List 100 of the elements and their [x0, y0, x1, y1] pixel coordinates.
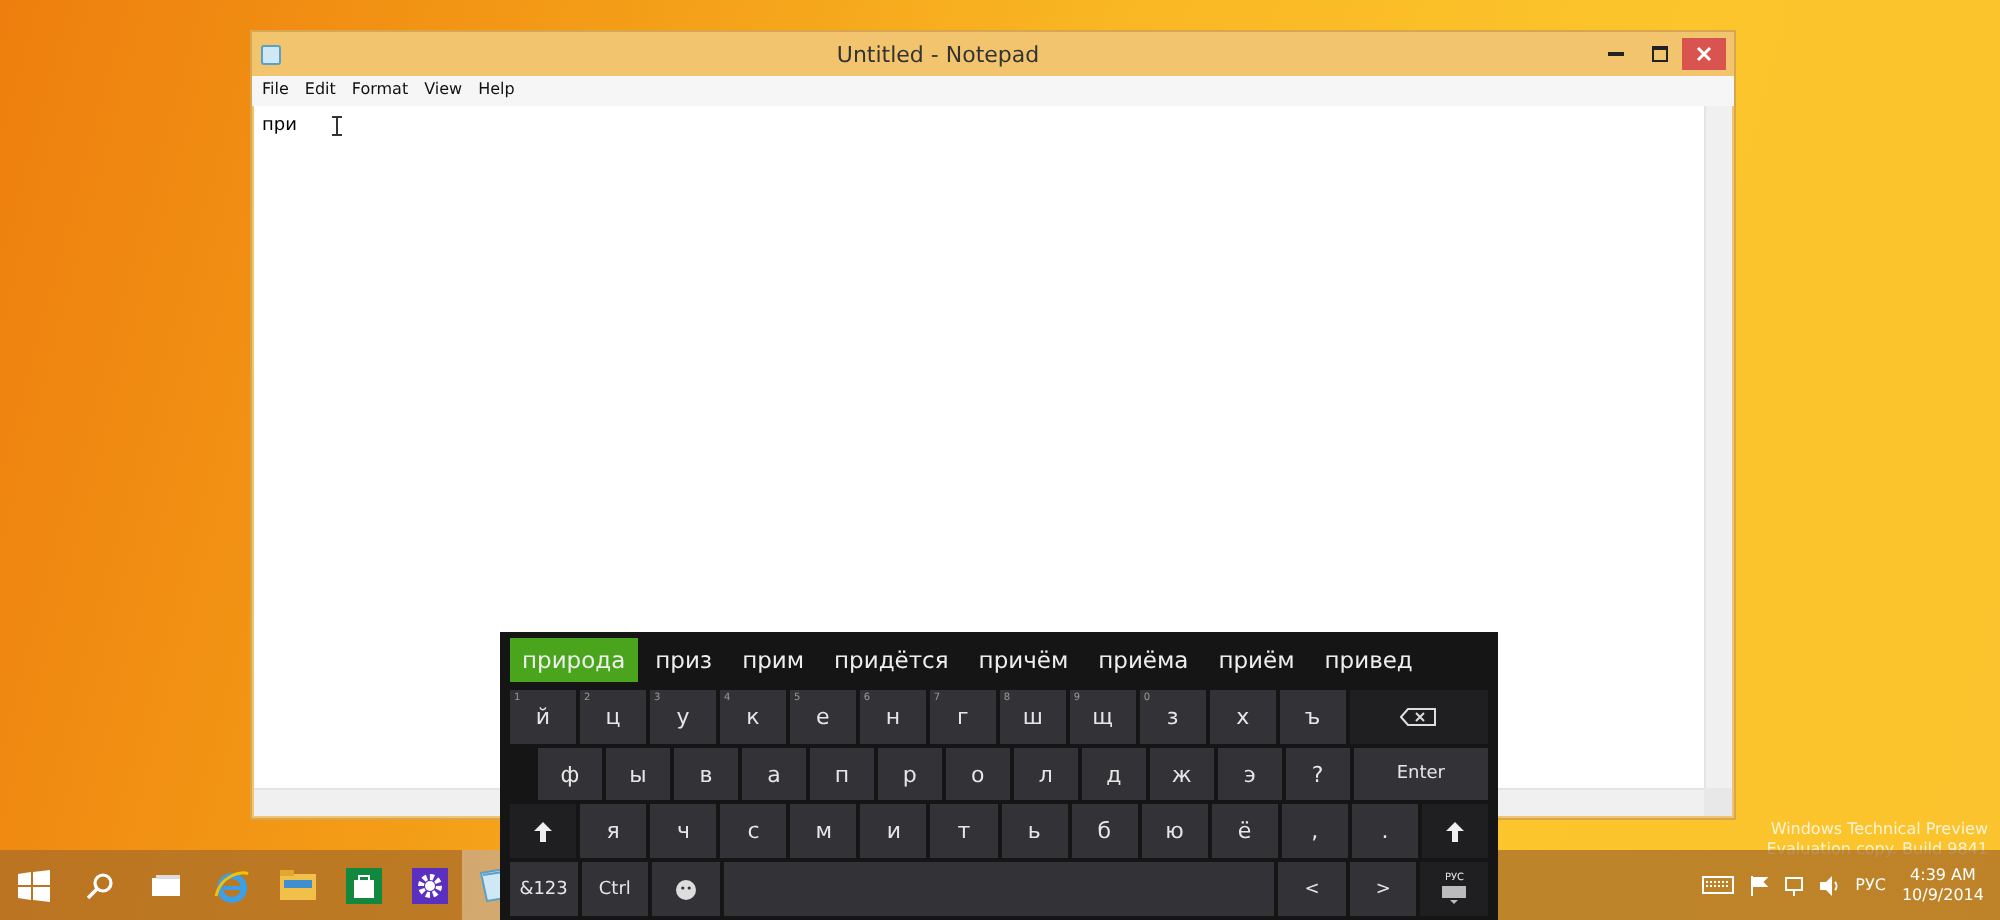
suggestion[interactable]: приёма — [1086, 638, 1201, 683]
key-label: з — [1166, 705, 1179, 728]
desktop-watermark-text: Evaluation copy. Build 9841 — [1766, 840, 1988, 858]
document-text: при — [262, 116, 297, 136]
windows-logo-icon — [17, 869, 49, 901]
key-label: . — [1381, 820, 1389, 843]
speaker-icon — [1819, 875, 1840, 895]
text-cursor-icon — [332, 116, 343, 136]
keyboard-key[interactable]: в — [673, 747, 738, 801]
key-label: ё — [1237, 820, 1252, 843]
keyboard-key[interactable]: Enter — [1353, 747, 1488, 801]
network-icon — [1783, 875, 1804, 895]
key-label: ц — [605, 705, 621, 728]
key-label: о — [971, 763, 985, 785]
keyboard-key[interactable]: ? — [1285, 747, 1350, 801]
suggestion[interactable]: привед — [1312, 638, 1425, 683]
keyboard-key[interactable]: ю — [1141, 804, 1208, 859]
key-label: н — [885, 705, 901, 728]
key-label: л — [1038, 763, 1053, 785]
key-label: и — [886, 820, 901, 843]
keyboard-key[interactable]: м — [790, 804, 857, 859]
key-label: п — [834, 763, 850, 785]
menu-item[interactable]: Format — [345, 76, 415, 106]
menu-item[interactable]: File — [256, 76, 295, 106]
minimize-icon — [1608, 52, 1624, 56]
key-label: е — [816, 705, 830, 728]
keyboard-key[interactable]: ф — [538, 747, 602, 801]
keyboard-key[interactable]: ъ — [1279, 689, 1346, 744]
key-label: р — [902, 763, 917, 785]
keyboard-key[interactable] — [1349, 689, 1489, 744]
keyboard-key[interactable]: э — [1217, 747, 1282, 801]
keyboard-icon — [1701, 876, 1734, 894]
keyboard-key[interactable]: &123 — [510, 862, 578, 916]
menu-item[interactable]: Edit — [298, 76, 342, 106]
backspace-icon — [1400, 707, 1437, 726]
key-label: в — [699, 763, 713, 785]
keyboard-key[interactable]: ч — [650, 804, 717, 859]
keyboard-key[interactable]: ж — [1149, 747, 1214, 801]
keyboard-key[interactable]: и — [860, 804, 927, 859]
keyboard-key[interactable]: Ctrl — [581, 862, 649, 916]
keyboard-key[interactable]: ы — [605, 747, 670, 801]
e-logo-icon — [213, 867, 249, 903]
key-label: ъ — [1304, 705, 1321, 728]
suggestion[interactable]: приз — [643, 638, 725, 683]
keyboard-key[interactable]: х — [1209, 689, 1276, 744]
keyboard-key[interactable]: . — [1351, 804, 1419, 859]
keyboard-key[interactable]: , — [1281, 804, 1348, 859]
keyboard-key[interactable]: < — [1278, 862, 1346, 916]
keyboard-key[interactable] — [1422, 804, 1489, 859]
suggestion[interactable]: придётся — [822, 638, 961, 683]
key-label: ю — [1165, 820, 1184, 843]
key-label: к — [746, 705, 760, 728]
key-label: д — [1106, 763, 1122, 785]
key-label: х — [1236, 705, 1250, 728]
keyboard-key[interactable]: т — [930, 804, 998, 859]
keyboard-key[interactable]: а — [741, 747, 806, 801]
menu-item[interactable]: View — [418, 76, 469, 106]
keyboard-key[interactable] — [510, 804, 577, 859]
task-view-icon — [149, 873, 181, 897]
key-label: ь — [1027, 820, 1041, 843]
key-label: ? — [1311, 763, 1324, 785]
notepad-icon — [260, 43, 282, 65]
suggestion[interactable]: причём — [966, 638, 1081, 683]
key-label: у — [676, 705, 690, 728]
close-button[interactable] — [1682, 38, 1726, 70]
suggestion[interactable]: прим — [730, 638, 817, 683]
key-label: г — [957, 705, 969, 728]
flag-icon — [1749, 875, 1768, 895]
key-label: ш — [1022, 705, 1043, 728]
key-label: я — [606, 820, 620, 843]
vertical-scrollbar[interactable] — [1704, 106, 1732, 788]
key-label: с — [747, 820, 760, 843]
keyboard-icon — [1442, 886, 1467, 905]
keyboard-key[interactable]: ё — [1211, 804, 1278, 859]
keyboard-key[interactable]: > — [1349, 862, 1417, 916]
close-icon — [1696, 46, 1712, 62]
smiley-icon — [675, 879, 696, 900]
desktop-watermark-text: Windows Technical Preview — [1770, 820, 1988, 838]
keyboard-key[interactable]: л — [1013, 747, 1078, 801]
keyboard-key[interactable]: с — [720, 804, 787, 859]
key-label: м — [815, 820, 832, 843]
keyboard-key[interactable] — [652, 862, 720, 916]
keyboard-key[interactable]: о — [945, 747, 1010, 801]
key-label: ч — [676, 820, 690, 843]
key-label: , — [1311, 820, 1319, 843]
keyboard-key[interactable]: ь — [1001, 804, 1068, 859]
keyboard-key[interactable]: д — [1081, 747, 1146, 801]
key-label: ы — [629, 763, 647, 785]
maximize-icon — [1652, 46, 1668, 62]
search-icon — [85, 871, 113, 899]
menu-item[interactable]: Help — [472, 76, 521, 106]
keyboard-key[interactable]: я — [580, 804, 647, 859]
keyboard-key[interactable]: б — [1071, 804, 1138, 859]
shopping-bag-icon — [345, 867, 381, 903]
keyboard-key[interactable]: п — [809, 747, 874, 801]
clock-time: 4:39 AM — [1910, 866, 1976, 884]
key-label: щ — [1092, 705, 1114, 728]
keyboard-key[interactable]: р — [877, 747, 942, 801]
window-title: Untitled - Notepad — [834, 41, 1042, 67]
suggestion[interactable]: приём — [1206, 638, 1307, 683]
